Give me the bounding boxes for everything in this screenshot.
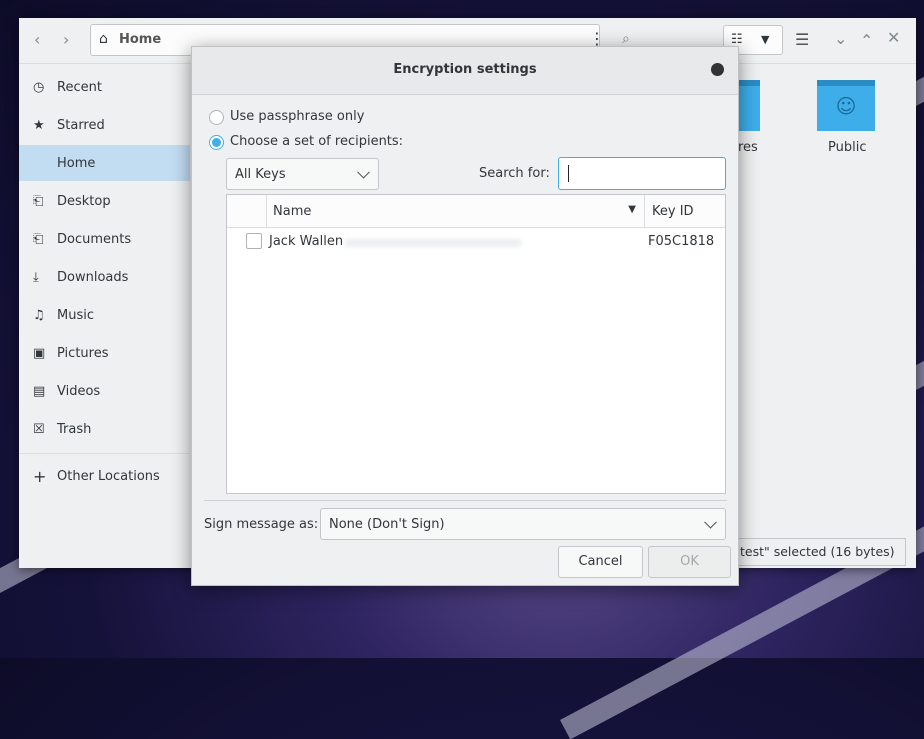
- recipients-table: Name ▼ Key ID Jack Wallen F05C1818: [226, 194, 726, 494]
- search-icon[interactable]: ⌕: [622, 32, 630, 46]
- sidebar-item-starred[interactable]: ★ Starred: [19, 107, 190, 143]
- status-bar: test" selected (16 bytes): [736, 538, 906, 566]
- sidebar-item-label: Trash: [57, 421, 92, 437]
- folder-icon: ⎗: [33, 193, 44, 209]
- divider: [204, 500, 727, 501]
- search-input[interactable]: [558, 157, 726, 190]
- close-icon[interactable]: [711, 63, 724, 76]
- passphrase-label[interactable]: Use passphrase only: [230, 109, 364, 124]
- sidebar-item-label: Desktop: [57, 193, 111, 209]
- sidebar-item-label: Home: [57, 155, 96, 171]
- cancel-button[interactable]: Cancel: [558, 546, 643, 578]
- column-header-name[interactable]: Name ▼: [266, 195, 645, 228]
- sidebar-item-videos[interactable]: ▤ Videos: [19, 373, 190, 409]
- sidebar-item-desktop[interactable]: ⎗ Desktop: [19, 183, 190, 219]
- sidebar-item-label: Pictures: [57, 345, 109, 361]
- minimize-icon[interactable]: ⌄: [834, 31, 847, 47]
- sidebar-item-documents[interactable]: ⎗ Documents: [19, 221, 190, 257]
- sidebar-item-label: Documents: [57, 231, 132, 247]
- sidebar-item-label: Downloads: [57, 269, 129, 285]
- sign-as-value: None (Don't Sign): [329, 516, 445, 532]
- key-filter-select[interactable]: All Keys: [226, 158, 379, 190]
- sidebar-item-label: Other Locations: [57, 468, 160, 484]
- table-row[interactable]: Jack Wallen F05C1818: [227, 229, 725, 255]
- table-header: Name ▼ Key ID: [227, 195, 725, 228]
- back-icon[interactable]: ‹: [34, 32, 40, 48]
- sidebar-item-trash[interactable]: ☒ Trash: [19, 411, 190, 447]
- ok-button[interactable]: OK: [648, 546, 731, 578]
- more-icon[interactable]: ⋮: [589, 31, 605, 47]
- list-view-icon[interactable]: ☷: [731, 32, 743, 47]
- home-icon: ⌂: [99, 31, 108, 47]
- encryption-settings-dialog: Encryption settings Use passphrase only …: [191, 46, 739, 586]
- sidebar-item-downloads[interactable]: ⤓ Downloads: [19, 259, 190, 295]
- sidebar-item-pictures[interactable]: ▣ Pictures: [19, 335, 190, 371]
- sort-down-icon: ▼: [628, 204, 636, 215]
- column-header-keyid[interactable]: Key ID: [652, 204, 694, 219]
- search-label: Search for:: [479, 166, 550, 181]
- redacted-email: [345, 239, 521, 247]
- chevron-down-icon: [357, 165, 370, 179]
- sign-as-select[interactable]: None (Don't Sign): [320, 508, 726, 540]
- location-text: Home: [119, 32, 162, 47]
- recipients-radio[interactable]: [209, 135, 224, 150]
- forward-icon[interactable]: ›: [63, 32, 69, 48]
- sidebar-item-home[interactable]: Home: [19, 145, 190, 181]
- recipient-checkbox[interactable]: [246, 233, 262, 249]
- sidebar-item-label: Music: [57, 307, 94, 323]
- clock-icon: ◷: [33, 79, 45, 95]
- sidebar-item-label: Videos: [57, 383, 101, 399]
- sidebar-item-label: Starred: [57, 117, 105, 133]
- close-icon[interactable]: ✕: [887, 30, 900, 46]
- text-cursor: [568, 165, 569, 182]
- menu-icon[interactable]: ☰: [795, 32, 809, 48]
- recipient-keyid: F05C1818: [648, 234, 715, 249]
- recipients-label[interactable]: Choose a set of recipients:: [230, 134, 403, 149]
- recipient-name: Jack Wallen: [269, 234, 344, 249]
- plus-icon: +: [33, 466, 47, 486]
- star-icon: ★: [33, 117, 45, 133]
- sidebar-item-music[interactable]: ♫ Music: [19, 297, 190, 333]
- music-icon: ♫: [33, 307, 45, 323]
- folder-label[interactable]: res: [738, 140, 758, 155]
- maximize-icon[interactable]: ⌃: [860, 33, 873, 49]
- trash-icon: ☒: [33, 421, 45, 437]
- sign-label: Sign message as:: [204, 517, 319, 532]
- sidebar-item-recent[interactable]: ◷ Recent: [19, 69, 190, 105]
- download-icon: ⤓: [33, 269, 39, 285]
- sidebar-divider: [19, 453, 190, 454]
- public-folder-icon[interactable]: ☺: [817, 80, 875, 131]
- passphrase-radio[interactable]: [209, 110, 224, 125]
- key-filter-value: All Keys: [235, 166, 286, 182]
- view-dropdown-icon[interactable]: ▼: [761, 33, 769, 46]
- sidebar-item-other-locations[interactable]: + Other Locations: [19, 458, 190, 494]
- folder-icon: ⎗: [33, 231, 44, 247]
- sidebar-item-label: Recent: [57, 79, 102, 95]
- video-icon: ▤: [33, 383, 46, 399]
- sidebar: ◷ Recent ★ Starred Home ⎗ Desktop ⎗ Document…: [19, 64, 190, 568]
- chevron-down-icon: [704, 515, 717, 529]
- dialog-title: Encryption settings: [192, 47, 738, 95]
- folder-label[interactable]: Public: [828, 140, 866, 155]
- column-label: Name: [273, 204, 312, 219]
- picture-icon: ▣: [33, 345, 46, 361]
